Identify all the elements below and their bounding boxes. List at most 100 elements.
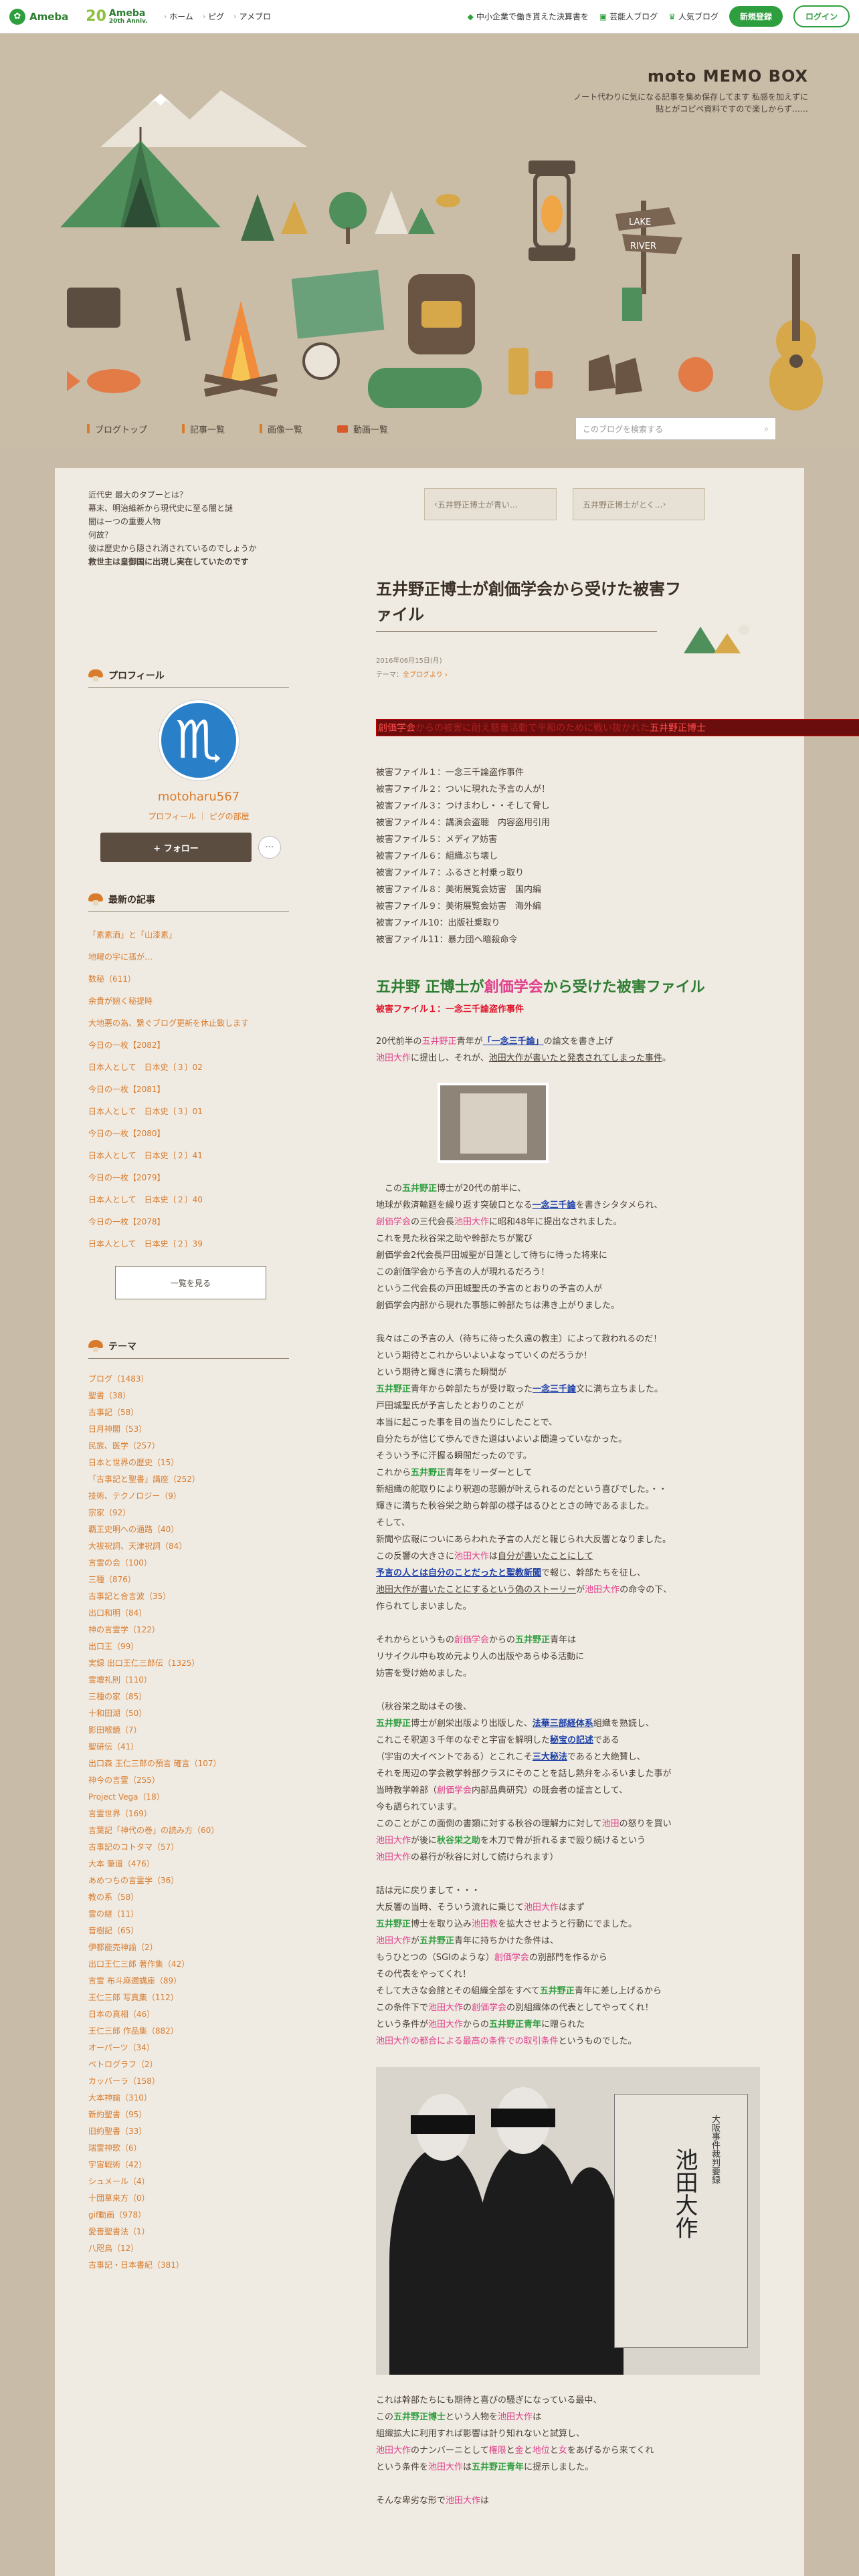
theme-link[interactable]: 十和田湖（50） [88, 1705, 309, 1722]
theme-link[interactable]: 八咫鳥（12） [88, 2240, 309, 2257]
more-options-button[interactable]: ··· [258, 836, 281, 859]
theme-link[interactable]: 全ブログより › [403, 671, 448, 679]
theme-link[interactable]: 出口和明（84） [88, 1605, 309, 1622]
theme-link[interactable]: ブログ（1483） [88, 1371, 309, 1388]
anniversary-logo[interactable]: 20 Ameba 20th Anniv. [86, 8, 147, 25]
theme-link[interactable]: 古事記と合言波（35） [88, 1588, 309, 1605]
recent-entry-link[interactable]: 日本人として 日本史〔３〕01 [88, 1101, 309, 1123]
theme-link[interactable]: 王仁三郎 作品集（882） [88, 2023, 309, 2040]
recent-entry-link[interactable]: 「素素酒」と「山漆素」 [88, 924, 309, 946]
theme-link[interactable]: 大本 筆道（476） [88, 1856, 309, 1872]
theme-link[interactable]: 日月神閣（53） [88, 1421, 309, 1438]
theme-link[interactable]: 古事記・日本書紀（381） [88, 2257, 309, 2274]
theme-link[interactable]: カッバーラ（158） [88, 2073, 309, 2090]
nav-blog-top[interactable]: ブログトップ [87, 423, 147, 435]
theme-link[interactable]: 宇宙戦術（42） [88, 2157, 309, 2173]
theme-link[interactable]: 出口王（99） [88, 1638, 309, 1655]
theme-link[interactable]: 古事記のコトタマ（57） [88, 1839, 309, 1856]
theme-link[interactable]: 覇王史明への通路（40） [88, 1521, 309, 1538]
theme-link[interactable]: 神今の言霊（255） [88, 1772, 309, 1789]
theme-link[interactable]: 宗家（92） [88, 1505, 309, 1521]
theme-link[interactable]: 言霊世界（169） [88, 1806, 309, 1822]
see-all-button[interactable]: 一覧を見る [115, 1266, 266, 1299]
nav-entry-list[interactable]: 記事一覧 [182, 423, 225, 435]
theme-link[interactable]: 王仁三郎 写真集（112） [88, 1990, 309, 2006]
theme-link[interactable]: 十団草来方（0） [88, 2190, 309, 2207]
theme-link[interactable]: Project Vega（18） [88, 1789, 309, 1806]
ameba-logo[interactable]: ✿ Ameba [9, 8, 68, 25]
search-icon[interactable]: ⌕ [764, 424, 769, 434]
theme-link[interactable]: 聖書（38） [88, 1388, 309, 1404]
theme-link[interactable]: 出口森 王仁三郎の預言 確言（107） [88, 1755, 309, 1772]
nav-ameblo[interactable]: › アメブロ [233, 11, 271, 22]
theme-link[interactable]: 古事記（58） [88, 1404, 309, 1421]
recent-entry-link[interactable]: 今日の一枚【2080】 [88, 1123, 309, 1145]
document-photo[interactable] [438, 1083, 549, 1163]
theme-link[interactable]: 教の系（58） [88, 1889, 309, 1906]
historical-photo[interactable]: 池田大作 大阪事件裁判要録 [376, 2067, 760, 2375]
theme-link[interactable]: オーパーツ（34） [88, 2040, 309, 2056]
login-button[interactable]: ログイン [793, 5, 850, 27]
avatar[interactable]: ♏ [159, 700, 239, 780]
theme-link[interactable]: 瑞霊神歌（6） [88, 2140, 309, 2157]
register-button[interactable]: 新規登録 [729, 6, 783, 27]
recent-entry-link[interactable]: 余貴が婉く秘提時 [88, 990, 309, 1012]
recent-entry-link[interactable]: 数秘（611） [88, 968, 309, 990]
recent-entry-link[interactable]: 今日の一枚【2079】 [88, 1167, 309, 1189]
theme-link[interactable]: 霊壇礼則（110） [88, 1672, 309, 1689]
theme-link[interactable]: gif動画（978） [88, 2207, 309, 2224]
recent-entry-link[interactable]: 大地悪の為、繋ぐブログ更新を休止致します [88, 1012, 309, 1035]
theme-link[interactable]: 伊都能売神諭（2） [88, 1939, 309, 1956]
nav-home[interactable]: › ホーム [164, 11, 193, 22]
theme-link[interactable]: 言霊の会（100） [88, 1555, 309, 1572]
theme-link[interactable]: 出口王仁三郎 著作集（42） [88, 1956, 309, 1973]
text-segment: そして、 [376, 1518, 410, 1528]
recent-entry-link[interactable]: 地曜の宇に孤が… [88, 946, 309, 968]
theme-link[interactable]: 実録 出口王仁三郎伝（1325） [88, 1655, 309, 1672]
header-link-popular[interactable]: ♛ 人気ブログ [668, 11, 719, 22]
profile-username[interactable]: motoharu567 [88, 790, 309, 804]
theme-link[interactable]: ペトログラフ（2） [88, 2056, 309, 2073]
theme-link[interactable]: 新約聖書（95） [88, 2107, 309, 2123]
header-link-ad[interactable]: ◆ 中小企業で働き貰えた決算書を [468, 11, 589, 22]
theme-link[interactable]: 日本の真相（46） [88, 2006, 309, 2023]
recent-entry-link[interactable]: 今日の一枚【2078】 [88, 1211, 309, 1233]
nav-image-list[interactable]: 画像一覧 [260, 423, 302, 435]
next-entry-link[interactable]: 五井野正博士がとく… › [573, 488, 705, 520]
theme-link[interactable]: 霊の継（11） [88, 1906, 309, 1923]
recent-entry-link[interactable]: 日本人として 日本史〔２〕39 [88, 1233, 309, 1255]
header-link-celebrity[interactable]: ▣ 芸能人ブログ [599, 11, 658, 22]
theme-link[interactable]: 三種の家（85） [88, 1689, 309, 1705]
theme-link[interactable]: 三種（876） [88, 1572, 309, 1588]
recent-entry-link[interactable]: 日本人として 日本史〔３〕02 [88, 1057, 309, 1079]
theme-link[interactable]: 大本神諭（310） [88, 2090, 309, 2107]
theme-link[interactable]: シュメール（4） [88, 2173, 309, 2190]
theme-link[interactable]: 言葉記「神代の巻」の読み方（60） [88, 1822, 309, 1839]
blog-search-input[interactable]: このブログを検索する ⌕ [575, 417, 776, 440]
text-segment: 輝きに満ちた秋谷栄之助ら幹部の様子はるひととさの時であるました。 [376, 1501, 654, 1511]
nav-pig[interactable]: › ピグ [203, 11, 224, 22]
theme-link[interactable]: 旧約聖書（33） [88, 2123, 309, 2140]
follow-button[interactable]: + フォロー [100, 833, 252, 862]
theme-link[interactable]: 音樹記（65） [88, 1923, 309, 1939]
entry-title[interactable]: 五井野正博士が創価学会から受けた被害ファイル [376, 576, 684, 627]
theme-link[interactable]: 技術、テクノロジー（9） [88, 1488, 309, 1505]
theme-link[interactable]: 愛善聖書法（1） [88, 2224, 309, 2240]
theme-link[interactable]: 言霊 布斗麻邇講座（89） [88, 1973, 309, 1990]
theme-link[interactable]: 影田喉鏡（7） [88, 1722, 309, 1739]
blog-title[interactable]: moto MEMO BOX [648, 67, 808, 86]
prev-entry-link[interactable]: ‹ 五井野正博士が青い… [424, 488, 557, 520]
theme-link[interactable]: 日本と世界の歴史（15） [88, 1455, 309, 1471]
theme-link[interactable]: 聖研伝（41） [88, 1739, 309, 1755]
theme-link[interactable]: 神の言霊学（122） [88, 1622, 309, 1638]
theme-link[interactable]: あめつちの言霊学（36） [88, 1872, 309, 1889]
theme-link[interactable]: 民族、医学（257） [88, 1438, 309, 1455]
nav-video-list[interactable]: 動画一覧 [337, 423, 388, 435]
theme-link[interactable]: 大祓祝詞、天津祝詞（84） [88, 1538, 309, 1555]
profile-links[interactable]: プロフィール ｜ ピグの部屋 [88, 811, 309, 822]
recent-entry-link[interactable]: 日本人として 日本史〔２〕40 [88, 1189, 309, 1211]
recent-entry-link[interactable]: 今日の一枚【2081】 [88, 1079, 309, 1101]
recent-entry-link[interactable]: 今日の一枚【2082】 [88, 1035, 309, 1057]
theme-link[interactable]: 「古事記と聖書」講座（252） [88, 1471, 309, 1488]
recent-entry-link[interactable]: 日本人として 日本史〔２〕41 [88, 1145, 309, 1167]
